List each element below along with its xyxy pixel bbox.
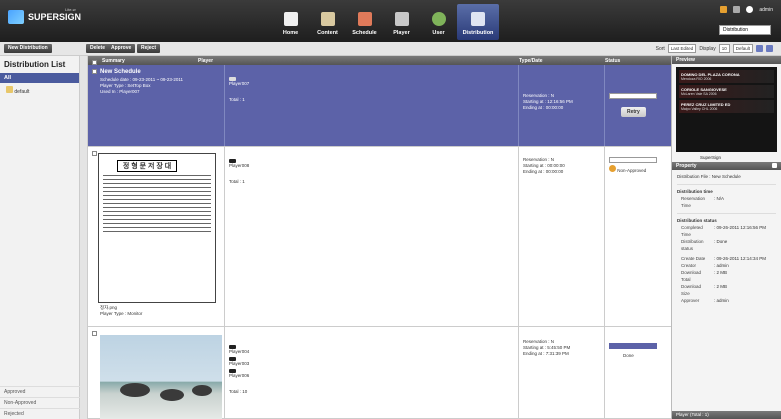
distribution-icon xyxy=(471,12,485,26)
preview-header: Preview xyxy=(672,56,781,64)
player-name: Player003 xyxy=(229,361,250,366)
table-row[interactable]: New Schedule Schedule date : 09-23-2011 … xyxy=(88,65,671,147)
settings-icon[interactable] xyxy=(733,6,741,13)
preview-image: DOMINO DEL PLAZA CORONA Mendoza RIO 2006 … xyxy=(676,67,777,152)
preview-caption: SuperSign xyxy=(700,155,722,160)
top-bar: SUPERSIGN Lite-w Home Content Schedule P… xyxy=(0,0,781,42)
nav-schedule[interactable]: Schedule xyxy=(346,4,383,40)
tree-item-default[interactable]: default xyxy=(6,86,73,95)
username: admin xyxy=(759,6,773,13)
user-icon xyxy=(431,12,446,26)
display-label: Display xyxy=(699,45,716,52)
distribution-file: Distribution File : New Schedule xyxy=(677,174,741,179)
progress-bar xyxy=(609,157,657,163)
row-checkbox[interactable] xyxy=(92,151,97,156)
content-icon xyxy=(320,12,335,26)
notification-icon[interactable] xyxy=(720,6,728,13)
distribution-dropdown[interactable]: Distribution xyxy=(719,25,771,35)
status-filters: Approved Non-Approved Rejected xyxy=(0,386,80,419)
sort-label: Sort xyxy=(655,45,665,52)
player-name: Player007 xyxy=(229,81,250,86)
status-text: Non-Approved xyxy=(617,168,647,173)
display-select[interactable]: 10 xyxy=(718,44,730,53)
status-text: Done xyxy=(623,353,634,358)
player-icon xyxy=(394,12,409,26)
toolbar: New Distribution Delete Approve Reject S… xyxy=(0,42,781,56)
home-icon xyxy=(283,12,298,26)
app-logo: SUPERSIGN Lite-w xyxy=(8,7,82,24)
nav-distribution[interactable]: Distribution xyxy=(457,4,499,40)
content-thumbnail xyxy=(100,335,222,419)
player-total: Total : 10 xyxy=(229,389,248,394)
distribution-list-panel: Distribution List All default Approved N… xyxy=(0,56,80,419)
grid-view-icon[interactable] xyxy=(756,45,763,52)
warning-icon xyxy=(609,165,616,172)
col-summary[interactable]: Summary xyxy=(102,58,125,64)
property-header: Property xyxy=(672,162,781,170)
table-row[interactable]: 정 형 문 저 장 대 정자.png Player Type : Monitor… xyxy=(88,147,671,327)
schedule-title: New Schedule xyxy=(100,69,141,76)
new-distribution-button[interactable]: New Distribution xyxy=(4,44,52,53)
distribution-table: Summary Player Type/Date Status New Sche… xyxy=(88,56,671,419)
logo-icon xyxy=(8,10,24,24)
section-status: Distribution status xyxy=(677,213,776,224)
col-status[interactable]: Status xyxy=(605,58,620,64)
view-controls: Sort Last Edited Display 10 Default xyxy=(656,44,773,53)
player-total: Total : 1 xyxy=(229,97,245,102)
filter-rejected[interactable]: Rejected xyxy=(0,408,80,419)
retry-button[interactable]: Retry xyxy=(621,107,646,117)
filter-non-approved[interactable]: Non-Approved xyxy=(0,397,80,408)
table-row[interactable]: Player004 Player003 Player006 Total : 10… xyxy=(88,327,671,419)
used-in: Used In : Player007 xyxy=(100,89,140,95)
progress-bar xyxy=(609,343,657,349)
player-name: Player004 xyxy=(229,349,250,354)
logo-text: SUPERSIGN xyxy=(28,12,82,22)
property-panel: Distribution File : New Schedule Distrib… xyxy=(672,170,781,307)
panel-title: Distribution List xyxy=(4,60,66,69)
nav-user[interactable]: User xyxy=(420,4,457,40)
col-type-date[interactable]: Type/Date xyxy=(519,58,543,64)
top-right-controls: admin xyxy=(720,6,773,13)
table-header: Summary Player Type/Date Status xyxy=(88,56,671,65)
sort-select[interactable]: Last Edited xyxy=(667,44,697,53)
power-icon[interactable] xyxy=(746,6,754,13)
nav-content[interactable]: Content xyxy=(309,4,346,40)
logo-subtext: Lite-w xyxy=(65,7,76,12)
player-name: Player006 xyxy=(229,373,250,378)
approve-button[interactable]: Approve xyxy=(107,44,136,53)
player-total: Total : 1 xyxy=(229,179,245,184)
reject-button[interactable]: Reject xyxy=(137,44,161,53)
schedule-icon xyxy=(357,12,372,26)
player-name: Player008 xyxy=(229,163,250,168)
row-checkbox[interactable] xyxy=(92,331,97,336)
nav-player[interactable]: Player xyxy=(383,4,420,40)
main-nav: Home Content Schedule Player User Distri… xyxy=(272,4,499,40)
list-view-icon[interactable] xyxy=(766,45,773,52)
delete-button[interactable]: Delete xyxy=(86,44,110,53)
progress-bar xyxy=(609,93,657,99)
col-player[interactable]: Player xyxy=(198,58,213,64)
section-time: Distribution time xyxy=(677,184,776,195)
folder-icon xyxy=(6,86,13,93)
player-type: Player Type : Monitor xyxy=(100,311,143,316)
nav-home[interactable]: Home xyxy=(272,4,309,40)
row-checkbox[interactable] xyxy=(92,69,97,74)
collapse-icon[interactable] xyxy=(772,163,777,168)
folder-tree: default xyxy=(0,83,79,98)
filter-all[interactable]: All xyxy=(0,73,79,83)
filter-approved[interactable]: Approved xyxy=(0,386,80,397)
document-thumbnail: 정 형 문 저 장 대 xyxy=(98,153,216,303)
detail-panel: Preview DOMINO DEL PLAZA CORONA Mendoza R… xyxy=(671,56,781,419)
view-select[interactable]: Default xyxy=(732,44,753,53)
panel-splitter[interactable] xyxy=(80,56,88,419)
player-total-bar[interactable]: Player (Total : 1) xyxy=(672,411,781,419)
